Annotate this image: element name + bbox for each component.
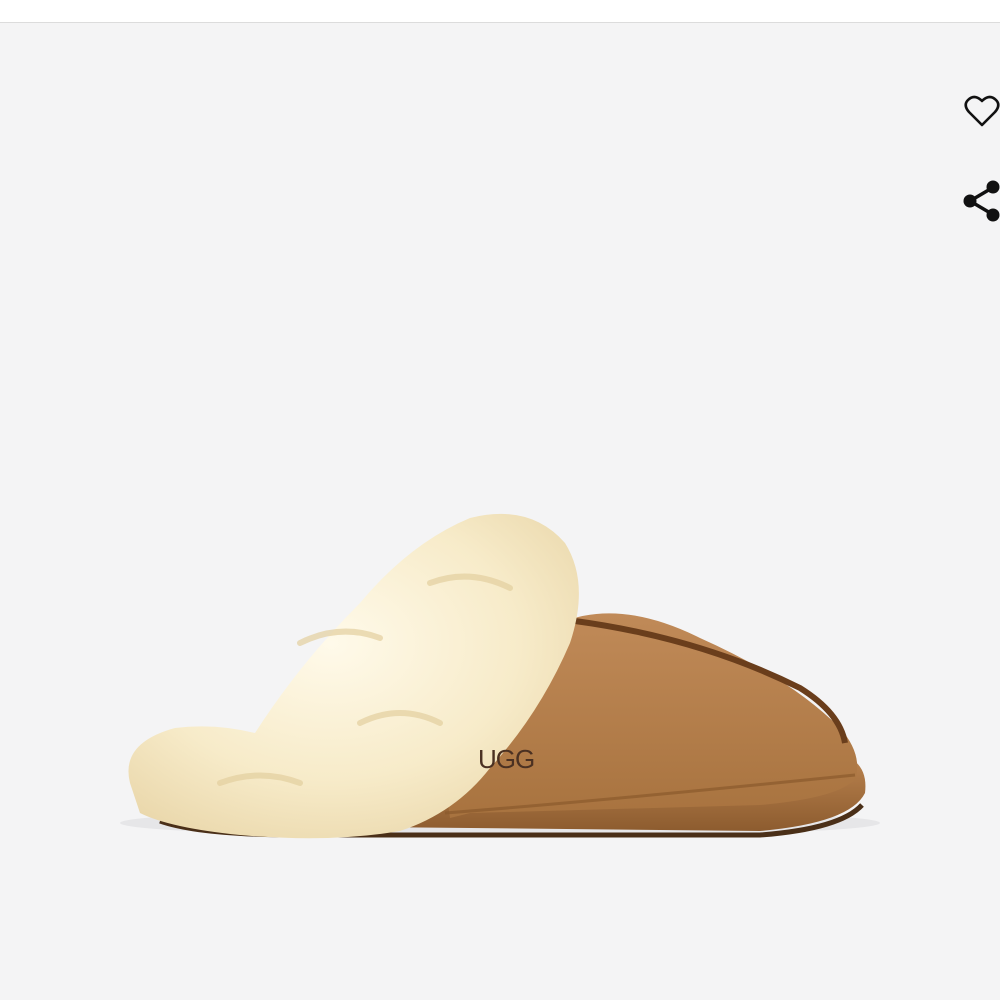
wishlist-button[interactable] xyxy=(960,89,1000,133)
heart-outline-icon xyxy=(964,95,1000,127)
product-image: UGG xyxy=(120,513,880,839)
product-image-stage: UGG xyxy=(0,23,1000,1000)
top-bar xyxy=(0,0,1000,23)
brand-logo: UGG xyxy=(478,744,534,774)
share-button[interactable] xyxy=(960,179,1000,223)
share-icon xyxy=(963,180,1000,222)
